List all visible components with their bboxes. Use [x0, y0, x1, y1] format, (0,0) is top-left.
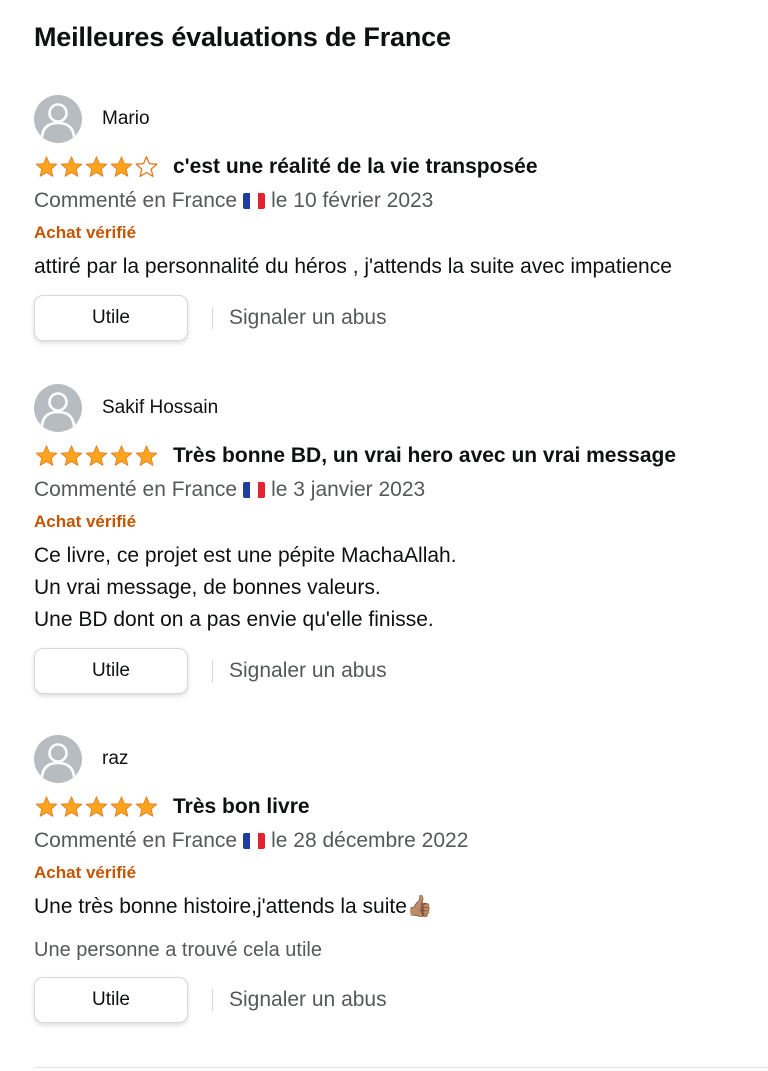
star-empty-icon: [135, 156, 158, 178]
report-abuse-link[interactable]: Signaler un abus: [229, 306, 387, 330]
verified-purchase-badge[interactable]: Achat vérifié: [34, 508, 734, 536]
helpful-button[interactable]: Utile: [34, 295, 188, 341]
review-title-link[interactable]: Très bonne BD, un vrai hero avec un vrai…: [173, 444, 676, 468]
avatar: [34, 384, 82, 432]
star-filled-icon: [110, 796, 133, 817]
helpful-button[interactable]: Utile: [34, 977, 188, 1023]
verified-purchase-badge[interactable]: Achat vérifié: [34, 859, 734, 887]
review-body-line: Un vrai message, de bonnes valeurs.: [34, 576, 381, 599]
review-meta: Commenté en France le 10 février 2023: [34, 185, 734, 217]
star-filled-icon: [60, 156, 83, 177]
review-body-line: Une BD dont on a pas envie qu'elle finis…: [34, 608, 434, 631]
review-location: Commenté en France: [34, 478, 238, 501]
report-abuse-link[interactable]: Signaler un abus: [229, 988, 387, 1012]
reviewer-profile[interactable]: raz: [34, 735, 734, 783]
section-divider: [34, 1067, 768, 1068]
review-title-link[interactable]: Très bon livre: [173, 795, 310, 819]
star-filled-icon: [135, 796, 158, 817]
star-filled-icon: [110, 445, 133, 466]
review-body-line: attiré par la personnalité du héros , j'…: [34, 255, 672, 278]
reviewer-name: raz: [102, 748, 129, 769]
review-location: Commenté en France: [34, 189, 238, 212]
reviewer-name: Mario: [102, 108, 150, 129]
star-filled-icon: [60, 445, 83, 466]
star-filled-icon: [35, 156, 58, 177]
review-body: attiré par la personnalité du héros , j'…: [34, 251, 734, 283]
star-filled-icon: [85, 445, 108, 466]
star-rating: [34, 444, 159, 468]
review-card: Mario c'est une réalité de la vie transp…: [34, 95, 734, 341]
star-filled-icon: [35, 445, 58, 466]
star-filled-icon: [110, 156, 133, 177]
helpful-count-text: Une personne a trouvé cela utile: [34, 939, 322, 961]
star-rating: [34, 795, 159, 819]
user-silhouette-icon: [40, 743, 76, 778]
star-filled-icon: [85, 796, 108, 817]
review-title-link[interactable]: c'est une réalité de la vie transposée: [173, 155, 538, 179]
star-filled-icon: [60, 796, 83, 817]
verified-purchase-badge[interactable]: Achat vérifié: [34, 219, 734, 247]
review-body: Ce livre, ce projet est une pépite Macha…: [34, 540, 734, 636]
avatar: [34, 735, 82, 783]
avatar: [34, 95, 82, 143]
review-card: raz Très bon livre Commenté en France le…: [34, 735, 734, 1023]
star-filled-icon: [35, 796, 58, 817]
france-flag-icon: [243, 482, 266, 498]
report-abuse-link[interactable]: Signaler un abus: [229, 659, 387, 683]
reviewer-profile[interactable]: Sakif Hossain: [34, 384, 734, 432]
star-filled-icon: [85, 156, 108, 177]
review-body-line: Ce livre, ce projet est une pépite Macha…: [34, 544, 457, 567]
page-title: Meilleures évaluations de France: [34, 22, 451, 52]
review-meta: Commenté en France le 3 janvier 2023: [34, 474, 734, 506]
review-card: Sakif Hossain Très bonne BD, un vrai her…: [34, 384, 734, 694]
user-silhouette-icon: [40, 103, 76, 138]
review-body-line: Une très bonne histoire,j'attends la sui…: [34, 895, 434, 918]
review-date: le 3 janvier 2023: [271, 478, 426, 501]
reviewer-name: Sakif Hossain: [102, 397, 219, 418]
star-filled-icon: [135, 445, 158, 466]
reviewer-profile[interactable]: Mario: [34, 95, 734, 143]
user-silhouette-icon: [40, 392, 76, 427]
divider: [212, 307, 213, 329]
review-body: Une très bonne histoire,j'attends la sui…: [34, 891, 734, 923]
france-flag-icon: [243, 833, 266, 849]
review-location: Commenté en France: [34, 829, 238, 852]
review-date: le 10 février 2023: [271, 189, 434, 212]
review-meta: Commenté en France le 28 décembre 2022: [34, 825, 734, 857]
divider: [212, 660, 213, 682]
france-flag-icon: [243, 193, 266, 209]
divider: [212, 989, 213, 1011]
review-date: le 28 décembre 2022: [271, 829, 469, 852]
star-rating: [34, 155, 159, 179]
helpful-button[interactable]: Utile: [34, 648, 188, 694]
